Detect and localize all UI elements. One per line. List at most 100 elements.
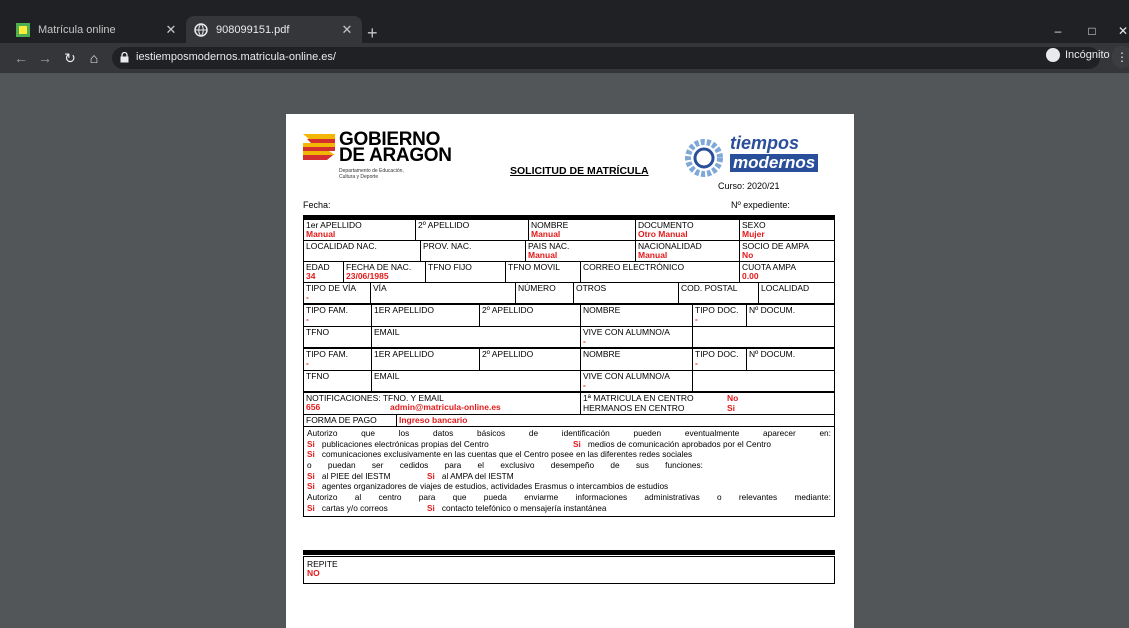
tab-pdf[interactable]: 908099151.pdf ✕ xyxy=(186,16,362,43)
via-cell: VÍA xyxy=(370,283,515,303)
edad-cell: EDAD 34 xyxy=(306,262,330,281)
consent-section: Autorizo que los datos básicos de identificaci… xyxy=(304,427,834,516)
maximize-button[interactable]: □ xyxy=(1082,24,1102,38)
fam-nombre-cell: NOMBRE xyxy=(580,305,692,326)
tipo-fam-cell: TIPO FAM. - xyxy=(306,349,349,368)
reload-icon[interactable]: ↻ xyxy=(61,49,79,67)
form-row-names: 1er APELLIDO Manual 2º APELLIDO NOMBRE Man… xyxy=(304,220,834,241)
fam-vive-cell: VIVE CON ALUMNO/A - xyxy=(580,327,692,347)
fecha-nac-cell: FECHA DE NAC. 23/06/1985 xyxy=(343,262,425,282)
back-icon[interactable]: ← xyxy=(12,49,30,67)
divider xyxy=(303,550,835,555)
primera-matricula-label: 1ª MATRICULA EN CENTRO xyxy=(583,393,694,403)
fam-n-docum-cell: Nº DOCUM. xyxy=(746,305,836,326)
family-1-row-b: TFNO EMAIL VIVE CON ALUMNO/A - xyxy=(304,327,834,349)
incognito-icon xyxy=(1046,48,1060,62)
nacionalidad-cell: NACIONALIDAD Manual xyxy=(635,241,739,261)
cod-postal-cell: COD. POSTAL xyxy=(678,283,758,303)
logo-title: GOBIERNO DE ARAGON xyxy=(339,129,452,166)
fecha-label: Fecha: xyxy=(303,200,331,210)
cuota-ampa-cell: CUOTA AMPA 0.00 xyxy=(739,262,836,282)
tiempos-modernos-logo: tiempos modernos xyxy=(682,134,832,184)
forma-pago-label-cell: FORMA DE PAGO xyxy=(306,415,377,425)
fam-tipo-doc-cell: TIPO DOC. - xyxy=(692,349,746,370)
fam-vive-cell: VIVE CON ALUMNO/A - xyxy=(580,371,692,391)
email-cell: CORREO ELECTRÓNICO xyxy=(580,262,739,282)
tipo-via-cell: TIPO DE VÍA - xyxy=(306,283,357,302)
site-favicon-icon xyxy=(16,22,30,37)
family-2-row-b: TFNO EMAIL VIVE CON ALUMNO/A - xyxy=(304,371,834,393)
repite-label: REPITE xyxy=(307,559,338,569)
fam-apellido2-cell: 2º APELLIDO xyxy=(479,349,580,370)
repite-box: REPITE NO xyxy=(303,556,835,584)
socio-ampa-cell: SOCIO DE AMPA No xyxy=(739,241,836,261)
tfno-fijo-cell: TFNO FIJO xyxy=(425,262,505,282)
lock-icon[interactable] xyxy=(120,52,129,63)
aragon-flag-icon xyxy=(303,134,335,160)
fam-apellido1-cell: 1ER APELLIDO xyxy=(371,305,479,326)
pais-nac-cell: PAIS NAC. Manual xyxy=(525,241,635,261)
tab-matricula-online[interactable]: Matrícula online ✕ xyxy=(8,16,186,43)
consent-line-piee-ampa: Si al PIEE del IESTM Si al AMPA del IESTM xyxy=(307,470,514,481)
consent-line-autorizo: Autorizo al centro para que pueda enviarme info… xyxy=(307,492,831,503)
fam-apellido1-cell: 1ER APELLIDO xyxy=(371,349,479,370)
incognito-label: Incógnito xyxy=(1065,49,1110,61)
tab-bar: Matrícula online ✕ 908099151.pdf ✕ + – □… xyxy=(0,10,1129,43)
logo-subtitle: Departamento de Educación, Cultura y Depo… xyxy=(339,168,404,180)
tab-close-icon[interactable]: ✕ xyxy=(340,22,354,38)
localidad-cell: LOCALIDAD xyxy=(758,283,836,303)
sexo-cell: SEXO Mujer xyxy=(739,220,836,240)
localidad-nac-cell: LOCALIDAD NAC. xyxy=(306,241,377,251)
pdf-viewer[interactable]: GOBIERNO DE ARAGON Departamento de Educac… xyxy=(0,73,1129,628)
tab-title: 908099151.pdf xyxy=(216,23,290,36)
fam-tfno-cell: TFNO xyxy=(306,327,330,337)
address-bar[interactable]: iestiemposmodernos.matricula-online.es/ … xyxy=(112,47,1100,69)
primera-matricula-value: No xyxy=(727,393,739,403)
tab-close-icon[interactable]: ✕ xyxy=(164,22,178,38)
forma-pago-row: FORMA DE PAGO Ingreso bancario xyxy=(304,415,834,427)
curso-label: Curso: 2020/21 xyxy=(718,181,780,191)
pdf-page: GOBIERNO DE ARAGON Departamento de Educac… xyxy=(286,114,854,628)
tab-title: Matrícula online xyxy=(38,23,116,36)
notif-email: admin@matricula-online.es xyxy=(390,402,501,412)
forward-icon[interactable]: → xyxy=(36,49,54,67)
url-text[interactable]: iestiemposmodernos.matricula-online.es/ xyxy=(136,51,336,63)
form-row-birthplace: LOCALIDAD NAC. PROV. NAC. PAIS NAC. Manua… xyxy=(304,241,834,262)
consent-line-cartas: Si cartas y/o correos Si contacto telefóni… xyxy=(307,502,607,513)
numero-cell: NÚMERO xyxy=(515,283,573,303)
menu-icon[interactable]: ⋮ xyxy=(1112,46,1129,68)
apellido1-cell: 1er APELLIDO Manual xyxy=(306,220,362,239)
matricula-hermanos-cell: 1ª MATRICULA EN CENTRO No HERMANOS EN CE… xyxy=(580,393,836,414)
home-icon[interactable]: ⌂ xyxy=(85,49,103,67)
notif-tfno: 656 xyxy=(306,402,321,412)
logo-word-modernos: modernos xyxy=(730,154,819,172)
provincia-nac-cell: PROV. NAC. xyxy=(420,241,525,261)
fam-email-cell: EMAIL xyxy=(371,371,580,391)
repite-value: NO xyxy=(307,568,320,578)
expediente-label: Nº expediente: xyxy=(731,200,790,210)
documento-cell: DOCUMENTO Otro Manual xyxy=(635,220,739,240)
minimize-button[interactable]: – xyxy=(1048,24,1068,38)
tfno-movil-cell: TFNO MOVIL xyxy=(505,262,580,282)
consent-line-publicaciones: Si publicaciones electrónicas propias del… xyxy=(307,438,771,449)
family-1-row-a: TIPO FAM. - 1ER APELLIDO 2º APELLIDO NOMB… xyxy=(304,305,834,327)
close-window-button[interactable]: ✕ xyxy=(1113,24,1129,38)
fam-empty-cell xyxy=(692,327,836,347)
hermanos-value: Si xyxy=(727,403,736,413)
enrollment-form: 1er APELLIDO Manual 2º APELLIDO NOMBRE Man… xyxy=(303,219,835,517)
form-row-contact: EDAD 34 FECHA DE NAC. 23/06/1985 TFNO FIJO… xyxy=(304,262,834,283)
logo-word-tiempos: tiempos xyxy=(730,133,800,153)
fam-n-docum-cell: Nº DOCUM. xyxy=(746,349,836,370)
fam-tfno-cell: TFNO xyxy=(306,371,330,381)
nombre-cell: NOMBRE Manual xyxy=(528,220,635,240)
consent-line-viajes: Si agentes organizadores de viajes de est… xyxy=(307,481,669,492)
hermanos-label: HERMANOS EN CENTRO xyxy=(583,403,685,413)
window-top-strip xyxy=(0,0,1129,10)
forma-pago-value-cell: Ingreso bancario xyxy=(396,415,836,426)
form-row-address: TIPO DE VÍA - VÍA NÚMERO OTROS COD. POSTA… xyxy=(304,283,834,305)
notificaciones-cell: NOTIFICACIONES: TFNO. Y EMAIL 656 admin@… xyxy=(306,393,501,412)
incognito-indicator[interactable]: Incógnito xyxy=(1046,48,1110,62)
tipo-fam-cell: TIPO FAM. - xyxy=(306,305,349,324)
document-title: SOLICITUD DE MATRÍCULA xyxy=(510,165,649,177)
new-tab-button[interactable]: + xyxy=(367,24,378,42)
